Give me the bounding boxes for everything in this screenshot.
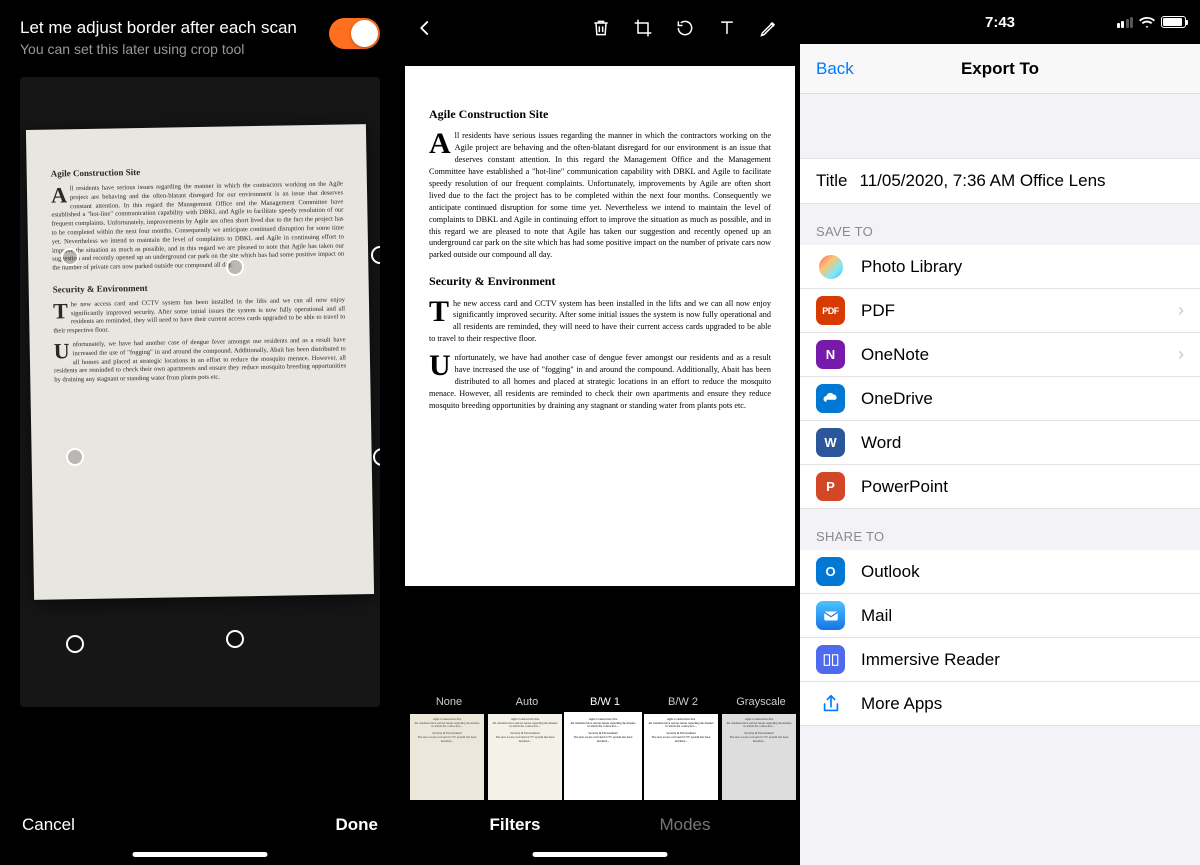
row-outlook[interactable]: O Outlook <box>800 550 1200 594</box>
photos-icon <box>816 252 845 281</box>
screen-title: Export To <box>961 59 1039 79</box>
row-word[interactable]: W Word <box>800 421 1200 465</box>
status-icons <box>1117 16 1187 28</box>
doc-section1-title: Agile Construction Site <box>51 162 343 179</box>
doc-section2-title: Security & Environment <box>429 273 771 290</box>
row-label: Mail <box>861 606 892 626</box>
row-mail[interactable]: Mail <box>800 594 1200 638</box>
filtered-preview-wrap: Agile Construction Site All residents ha… <box>400 56 800 656</box>
row-label: More Apps <box>861 694 942 714</box>
doc-para1: ll residents have serious issues regardi… <box>51 181 344 272</box>
row-label: Photo Library <box>861 257 962 277</box>
share-icon <box>816 689 845 718</box>
left-footer: Cancel Done <box>0 815 400 835</box>
delete-icon[interactable] <box>584 11 618 45</box>
nav-bar: Back Export To <box>800 44 1200 94</box>
doc-section2-title: Security & Environment <box>53 278 345 295</box>
doc-para3: nfortunately, we have had another case o… <box>429 353 771 410</box>
left-header: Let me adjust border after each scan You… <box>0 0 400 67</box>
crop-handle-tr[interactable] <box>371 246 380 264</box>
immersive-reader-icon <box>816 645 845 674</box>
text-icon[interactable] <box>710 11 744 45</box>
row-label: Immersive Reader <box>861 650 1000 670</box>
pdf-icon: PDF <box>816 296 845 325</box>
back-button[interactable] <box>410 13 440 43</box>
border-adjust-screen: Let me adjust border after each scan You… <box>0 0 400 865</box>
export-screen: 7:43 Back Export To Title 11/05/2020, 7:… <box>800 0 1200 865</box>
row-label: OneNote <box>861 345 929 365</box>
onedrive-icon <box>816 384 845 413</box>
chevron-right-icon: › <box>1178 300 1184 321</box>
adjust-border-subtitle: You can set this later using crop tool <box>20 41 297 57</box>
title-label: Title <box>816 171 848 191</box>
filter-none[interactable]: None Agile Construction SiteAll resident… <box>410 696 488 800</box>
row-onedrive[interactable]: OneDrive <box>800 377 1200 421</box>
row-label: PDF <box>861 301 895 321</box>
row-label: Outlook <box>861 562 920 582</box>
spacer <box>800 94 1200 158</box>
row-photo-library[interactable]: Photo Library <box>800 245 1200 289</box>
tab-modes[interactable]: Modes <box>659 815 710 835</box>
wifi-icon <box>1139 16 1155 28</box>
status-time: 7:43 <box>985 14 1015 31</box>
draw-icon[interactable] <box>752 11 786 45</box>
signal-icon <box>1117 17 1134 28</box>
powerpoint-icon: P <box>816 472 845 501</box>
mid-toolbar <box>400 0 800 56</box>
crop-icon[interactable] <box>626 11 660 45</box>
rotate-icon[interactable] <box>668 11 702 45</box>
outlook-icon: O <box>816 557 845 586</box>
row-pdf[interactable]: PDF PDF › <box>800 289 1200 333</box>
filter-grayscale[interactable]: Grayscale Agile Construction SiteAll res… <box>722 696 800 800</box>
row-onenote[interactable]: N OneNote › <box>800 333 1200 377</box>
word-icon: W <box>816 428 845 457</box>
mail-icon <box>816 601 845 630</box>
chevron-right-icon: › <box>1178 344 1184 365</box>
row-label: PowerPoint <box>861 477 948 497</box>
cancel-button[interactable]: Cancel <box>22 815 75 835</box>
doc-para2: he new access card and CCTV system has b… <box>429 299 771 344</box>
battery-icon <box>1161 16 1186 28</box>
home-indicator[interactable] <box>533 852 668 857</box>
filter-screen: Agile Construction Site All residents ha… <box>400 0 800 865</box>
filtered-document-preview[interactable]: Agile Construction Site All residents ha… <box>405 66 795 586</box>
scan-preview[interactable]: Agile Construction Site All residents ha… <box>20 77 380 707</box>
doc-para1: ll residents have serious issues regardi… <box>429 131 771 259</box>
back-button[interactable]: Back <box>816 59 854 79</box>
adjust-border-toggle[interactable] <box>329 18 380 49</box>
adjust-border-title: Let me adjust border after each scan <box>20 18 297 38</box>
crop-handle-tl[interactable] <box>61 248 79 266</box>
crop-handle-bl[interactable] <box>66 635 84 653</box>
row-immersive-reader[interactable]: Immersive Reader <box>800 638 1200 682</box>
title-value: 11/05/2020, 7:36 AM Office Lens <box>860 171 1106 191</box>
done-button[interactable]: Done <box>336 815 379 835</box>
row-powerpoint[interactable]: P PowerPoint <box>800 465 1200 509</box>
save-to-header: Save To <box>800 204 1200 245</box>
doc-para2: he new access card and CCTV system has b… <box>53 296 345 334</box>
left-header-text: Let me adjust border after each scan You… <box>20 18 297 57</box>
share-to-header: Share To <box>800 509 1200 550</box>
filter-auto[interactable]: Auto Agile Construction SiteAll resident… <box>488 696 566 800</box>
title-field[interactable]: Title 11/05/2020, 7:36 AM Office Lens <box>800 158 1200 204</box>
tab-filters[interactable]: Filters <box>489 815 540 835</box>
filter-bw1[interactable]: B/W 1 Agile Construction SiteAll residen… <box>566 696 644 800</box>
mid-footer: Filters Modes <box>400 815 800 835</box>
filter-strip: None Agile Construction SiteAll resident… <box>400 696 800 800</box>
onenote-icon: N <box>816 340 845 369</box>
doc-para3: nfortunately, we have had another case o… <box>54 336 346 383</box>
row-label: OneDrive <box>861 389 933 409</box>
home-indicator[interactable] <box>133 852 268 857</box>
crop-handle-ml[interactable] <box>66 448 84 466</box>
row-more-apps[interactable]: More Apps <box>800 682 1200 726</box>
doc-section1-title: Agile Construction Site <box>429 106 771 123</box>
scanned-document-preview: Agile Construction Site All residents ha… <box>26 124 374 600</box>
filter-bw2[interactable]: B/W 2 Agile Construction SiteAll residen… <box>644 696 722 800</box>
status-bar: 7:43 <box>800 0 1200 44</box>
crop-handle-tm[interactable] <box>226 258 244 276</box>
crop-handle-bm[interactable] <box>226 630 244 648</box>
crop-handle-mr[interactable] <box>373 448 380 466</box>
row-label: Word <box>861 433 901 453</box>
